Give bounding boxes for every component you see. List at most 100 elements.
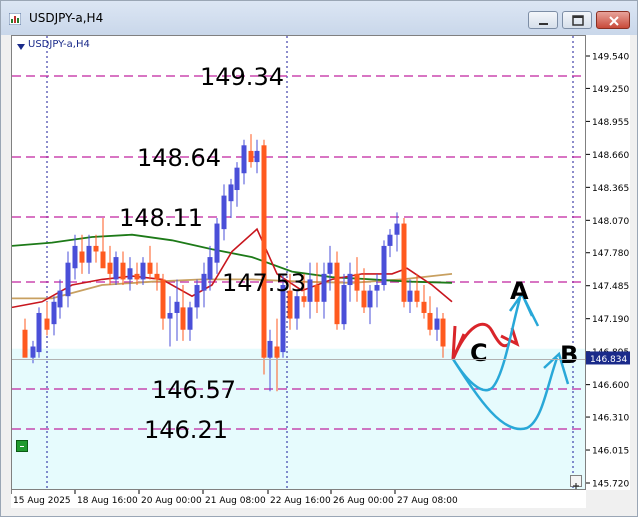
candle-body <box>194 285 200 308</box>
candle-body <box>100 251 106 269</box>
candle-body <box>301 296 307 302</box>
price-label: 147.485 <box>592 282 629 292</box>
candle-body <box>321 273 327 302</box>
level-label: 149.34 <box>200 63 284 91</box>
level-label: 146.21 <box>144 416 228 444</box>
candle-body <box>51 301 57 325</box>
candle-body <box>307 279 313 302</box>
candle-body <box>86 245 92 263</box>
candle-body <box>334 262 340 325</box>
price-label: 149.250 <box>592 85 629 95</box>
candle-body <box>107 262 113 274</box>
candle-body <box>347 273 353 286</box>
time-label: 22 Aug 16:00 <box>270 496 331 506</box>
candle-body <box>174 301 180 313</box>
candle-body <box>361 290 367 308</box>
close-icon <box>609 16 619 26</box>
candle-body <box>134 273 140 280</box>
window-title: USDJPY-a,H4 <box>29 11 104 25</box>
candle-body <box>387 234 393 246</box>
candle-body <box>93 245 99 252</box>
price-chart[interactable]: 149.34 148.64 148.11 147.53 146.57 146.21 A B C <box>12 36 585 489</box>
candle-body <box>154 273 160 280</box>
chart-area[interactable]: 149.34 148.64 148.11 147.53 146.57 146.21 A B C… <box>11 35 586 490</box>
symbol-label: USDJPY-a,H4 <box>28 39 90 50</box>
price-label: 146.310 <box>592 414 629 424</box>
scale-fix-button[interactable] <box>570 475 582 489</box>
time-label: 15 Aug 2025 <box>13 496 71 506</box>
candle-body <box>180 307 186 330</box>
candle-body <box>414 290 420 302</box>
time-label: 26 Aug 00:00 <box>333 496 394 506</box>
price-label: 145.720 <box>592 480 629 490</box>
price-label: 146.015 <box>592 447 629 457</box>
candle-body <box>79 251 85 263</box>
chart-window: USDJPY-a,H4 149.34 148.64 148.11 147.53 146.… <box>0 0 638 517</box>
level-label: 146.57 <box>152 376 236 404</box>
candle-body <box>327 262 333 274</box>
candle-body <box>214 223 220 263</box>
candle-body <box>261 145 267 358</box>
candle-body <box>254 150 260 163</box>
price-label: 149.540 <box>592 53 629 63</box>
candle-body <box>36 312 42 353</box>
candle-body <box>140 262 146 280</box>
time-label: 18 Aug 16:00 <box>77 496 138 506</box>
time-scale[interactable]: 15 Aug 2025 18 Aug 16:00 20 Aug 00:00 21 Au… <box>10 490 586 508</box>
candle-body <box>201 273 207 291</box>
candle-body <box>248 150 254 163</box>
price-label: 147.780 <box>592 249 629 259</box>
candle-body <box>30 346 36 358</box>
price-label: 148.070 <box>592 217 629 227</box>
green-square-icon[interactable] <box>16 440 28 452</box>
candle-body <box>228 184 234 202</box>
level-label: 148.11 <box>119 204 203 232</box>
time-label: 20 Aug 00:00 <box>141 496 202 506</box>
price-scale[interactable]: 149.540 149.250 148.955 148.660 148.365 148.0… <box>586 35 630 490</box>
candle-body <box>341 285 347 325</box>
candle-body <box>113 257 119 280</box>
scenario-label-a: A <box>510 277 529 305</box>
minimize-button[interactable] <box>528 11 558 29</box>
candle-body <box>407 290 413 302</box>
candle-body <box>427 312 433 330</box>
candle-body <box>187 307 193 330</box>
candle-body <box>394 223 400 235</box>
candle-body <box>434 318 440 330</box>
candle-body <box>314 285 320 302</box>
title-bar[interactable]: USDJPY-a,H4 <box>1 1 637 35</box>
candle-body <box>120 262 126 280</box>
candle-body <box>241 145 247 174</box>
candle-body <box>367 290 373 308</box>
price-axis: 149.540 149.250 148.955 148.660 148.365 148.0… <box>586 53 630 490</box>
scenario-label-b: B <box>560 341 578 369</box>
level-label: 148.64 <box>137 144 221 172</box>
candle-body <box>381 245 387 286</box>
price-label: 146.600 <box>592 381 629 391</box>
candle-body <box>57 290 63 308</box>
candle-body <box>221 195 227 230</box>
triangle-down-icon[interactable] <box>17 44 25 50</box>
scenario-label-c: C <box>470 339 488 367</box>
price-label: 147.190 <box>592 315 629 325</box>
maximize-button[interactable] <box>562 11 592 29</box>
candle-body <box>374 285 380 291</box>
price-label: 148.365 <box>592 184 629 194</box>
candle-body <box>274 346 280 358</box>
time-axis: 15 Aug 2025 18 Aug 16:00 20 Aug 00:00 21 Au… <box>10 490 458 506</box>
close-button[interactable] <box>596 11 630 29</box>
current-price-label: 146.834 <box>590 355 627 365</box>
candle-body <box>294 296 300 319</box>
minimize-icon <box>539 23 548 25</box>
candle-body <box>44 318 50 330</box>
candle-body <box>207 257 213 280</box>
candle-body <box>354 273 360 291</box>
candle-body <box>22 329 28 358</box>
candle-body <box>147 262 153 274</box>
candle-body <box>65 262 71 297</box>
candle-body <box>267 340 273 358</box>
level-label: 147.53 <box>222 269 306 297</box>
price-label: 148.660 <box>592 151 629 161</box>
candle-body <box>234 167 240 191</box>
price-label: 148.955 <box>592 118 629 128</box>
